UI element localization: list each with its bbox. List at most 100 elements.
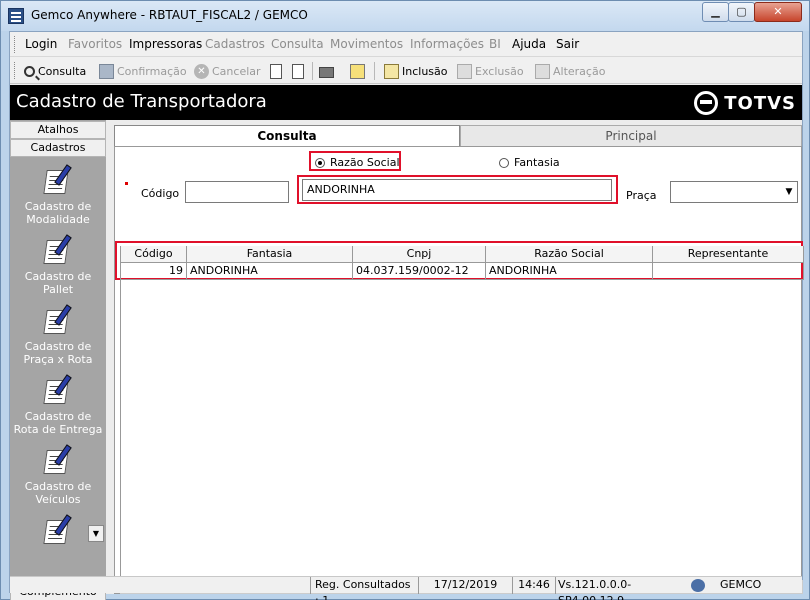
sidebar-item-rota-entrega[interactable]: Cadastro de Rota de Entrega (10, 374, 106, 436)
codigo-input[interactable] (185, 181, 289, 203)
alteracao-label: Alteração (553, 64, 606, 78)
menu-cadastros[interactable]: Cadastros (205, 37, 265, 51)
consulta-panel: Razão Social Fantasia Código ANDORINHA P… (114, 146, 804, 594)
sidebar-item-label: Modalidade (26, 213, 90, 226)
page-header: Cadastro de Transportadora TOTVS (10, 85, 802, 120)
new-page-button[interactable] (270, 62, 282, 80)
sidebar-cadastros[interactable]: Cadastros (10, 139, 106, 157)
inclusao-button[interactable]: Inclusão (384, 62, 448, 80)
col-fantasia[interactable]: Fantasia (187, 246, 353, 263)
menu-consulta[interactable]: Consulta (271, 37, 324, 51)
sidebar-atalhos[interactable]: Atalhos (10, 121, 106, 139)
status-empresa: GEMCO (720, 578, 762, 591)
tab-principal[interactable]: Principal (460, 125, 802, 147)
sidebar-item-veiculos[interactable]: Cadastro de Veículos (10, 444, 106, 506)
inclusao-label: Inclusão (402, 64, 448, 78)
grid-header: Código Fantasia Cnpj Razão Social Repres… (121, 246, 804, 263)
status-versao: Vs.121.0.0.0-SP4.00.12.9 (555, 577, 685, 600)
network-icon (691, 579, 705, 592)
printer-icon (319, 66, 334, 78)
close-button[interactable]: ✕ (754, 2, 802, 22)
menu-sair[interactable]: Sair (556, 37, 579, 51)
maximize-button[interactable]: ▢ (728, 2, 755, 22)
praca-select[interactable]: ▼ (670, 181, 798, 203)
edit-icon (535, 63, 550, 79)
menu-favoritos[interactable]: Favoritos (68, 37, 122, 51)
export-button[interactable] (292, 62, 304, 80)
document-pen-icon (42, 304, 74, 336)
status-registros: Reg. Consultados : 1 (310, 577, 418, 600)
cancelar-button[interactable]: ✕ Cancelar (194, 62, 261, 80)
help-button[interactable] (350, 62, 365, 80)
sidebar-item-praca-rota[interactable]: Cadastro de Praça x Rota (10, 304, 106, 366)
status-bar: Reg. Consultados : 1 17/12/2019 14:46 Vs… (10, 576, 802, 600)
help-icon (350, 63, 365, 79)
col-razao-social[interactable]: Razão Social (486, 246, 653, 263)
radio-razao-social[interactable]: Razão Social (315, 156, 400, 169)
tab-consulta[interactable]: Consulta (114, 125, 460, 147)
totvs-logo-text: TOTVS (724, 92, 796, 114)
cell-codigo: 19 (121, 263, 187, 280)
cell-representante (653, 263, 804, 280)
menu-ajuda[interactable]: Ajuda (512, 37, 546, 51)
totvs-logo: TOTVS (694, 91, 796, 115)
sidebar-scroll-down-icon[interactable]: ▼ (88, 525, 104, 542)
sidebar-item-label: Cadastro de (24, 340, 92, 353)
document-pen-icon (42, 444, 74, 476)
radio-fantasia-label: Fantasia (514, 156, 560, 169)
menu-impressoras[interactable]: Impressoras (129, 37, 202, 51)
radio-razao-label: Razão Social (330, 156, 400, 169)
sidebar-item-label: Cadastro de (24, 480, 92, 493)
document-pen-icon (42, 234, 74, 266)
menu-grip-icon (14, 36, 17, 53)
sidebar-item-label: Rota de Entrega (13, 423, 103, 436)
menu-bi[interactable]: BI (489, 37, 501, 51)
print-button[interactable] (319, 62, 334, 80)
document-pen-icon (42, 514, 74, 546)
menu-movimentos[interactable]: Movimentos (330, 37, 403, 51)
document-pen-icon (42, 164, 74, 196)
col-codigo[interactable]: Código (121, 246, 187, 263)
radio-fantasia[interactable]: Fantasia (499, 156, 560, 169)
razao-social-input[interactable]: ANDORINHA (302, 179, 612, 201)
menu-bar: Login Favoritos Impressoras Cadastros Co… (10, 32, 802, 57)
exclusao-button[interactable]: Exclusão (457, 62, 524, 80)
confirmacao-button[interactable]: Confirmação (99, 62, 187, 80)
cell-fantasia: ANDORINHA (187, 263, 353, 280)
sidebar-item-pallet[interactable]: Cadastro de Pallet (10, 234, 106, 296)
minimize-button[interactable]: ▁ (702, 2, 729, 22)
col-representante[interactable]: Representante (653, 246, 804, 263)
cell-razao-social: ANDORINHA (486, 263, 653, 280)
sidebar-item-label: Cadastro de (24, 270, 92, 283)
sidebar-item-modalidade[interactable]: Cadastro de Modalidade (10, 164, 106, 226)
consulta-button[interactable]: Consulta (24, 62, 86, 80)
delete-icon (457, 63, 472, 79)
consulta-label: Consulta (38, 64, 87, 78)
main-area: Consulta Principal Razão Social Fantasia… (106, 120, 804, 594)
toolbar-grip-icon (14, 62, 17, 79)
sidebar-item-label: Cadastro de (24, 410, 92, 423)
results-grid: Código Fantasia Cnpj Razão Social Repres… (120, 246, 804, 577)
exclusao-label: Exclusão (475, 64, 524, 78)
table-row[interactable]: 19 ANDORINHA 04.037.159/0002-12 ANDORINH… (121, 263, 804, 280)
document-pen-icon (42, 374, 74, 406)
menu-login[interactable]: Login (25, 37, 57, 51)
toolbar: Consulta Confirmação ✕ Cancelar Inclusão… (10, 58, 802, 84)
app-window: Gemco Anywhere - RBTAUT_FISCAL2 / GEMCO … (0, 0, 810, 600)
sidebar-item-label: Cadastro de (24, 200, 92, 213)
sidebar-item-label: Veículos (35, 493, 81, 506)
title-bar[interactable]: Gemco Anywhere - RBTAUT_FISCAL2 / GEMCO … (1, 1, 809, 31)
alteracao-button[interactable]: Alteração (535, 62, 605, 80)
toolbar-separator (374, 62, 375, 80)
toolbar-separator (312, 62, 313, 80)
add-icon (384, 63, 399, 79)
save-icon (99, 63, 114, 79)
col-cnpj[interactable]: Cnpj (353, 246, 486, 263)
window-title: Gemco Anywhere - RBTAUT_FISCAL2 / GEMCO (31, 8, 308, 22)
sidebar: Atalhos Cadastros Cadastro de Modalidade… (10, 120, 106, 600)
cancel-icon: ✕ (194, 63, 209, 79)
sidebar-item-label: Pallet (42, 283, 74, 296)
confirmacao-label: Confirmação (117, 64, 187, 78)
menu-informacoes[interactable]: Informações (410, 37, 484, 51)
cancelar-label: Cancelar (212, 64, 261, 78)
